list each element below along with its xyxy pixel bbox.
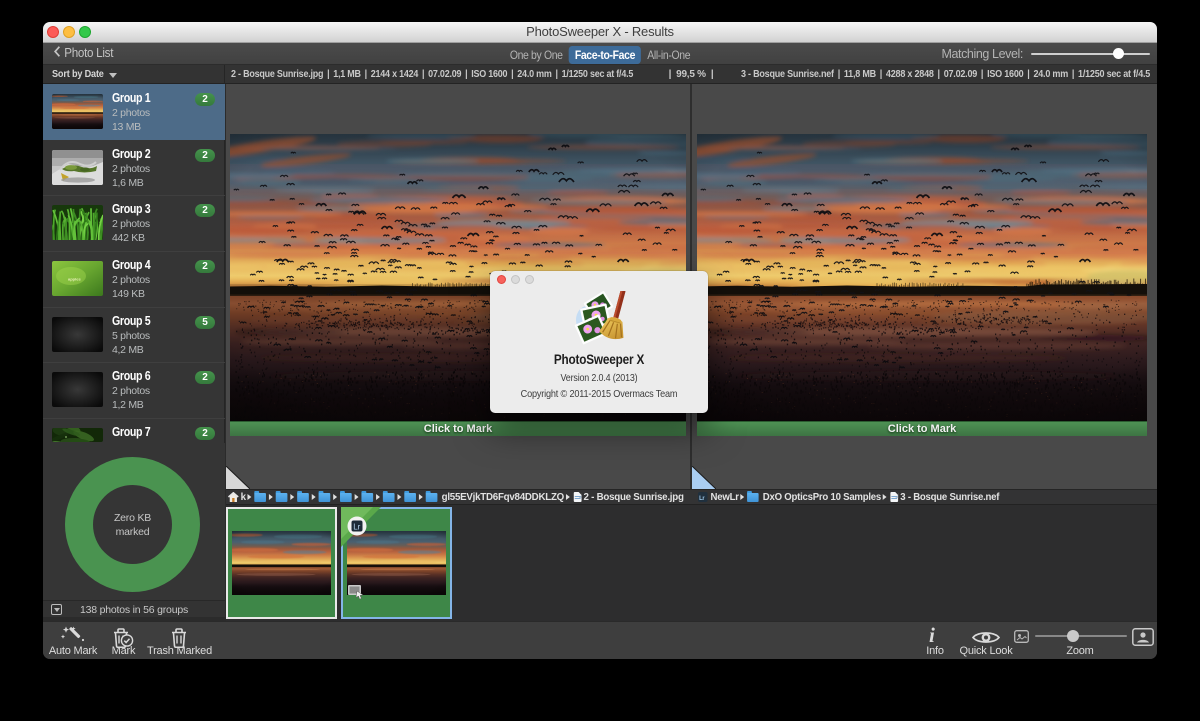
svg-text:i: i <box>929 625 935 647</box>
svg-text:apples: apples <box>68 277 81 282</box>
svg-text:Lr: Lr <box>699 496 705 502</box>
svg-text:Lr: Lr <box>353 522 360 531</box>
